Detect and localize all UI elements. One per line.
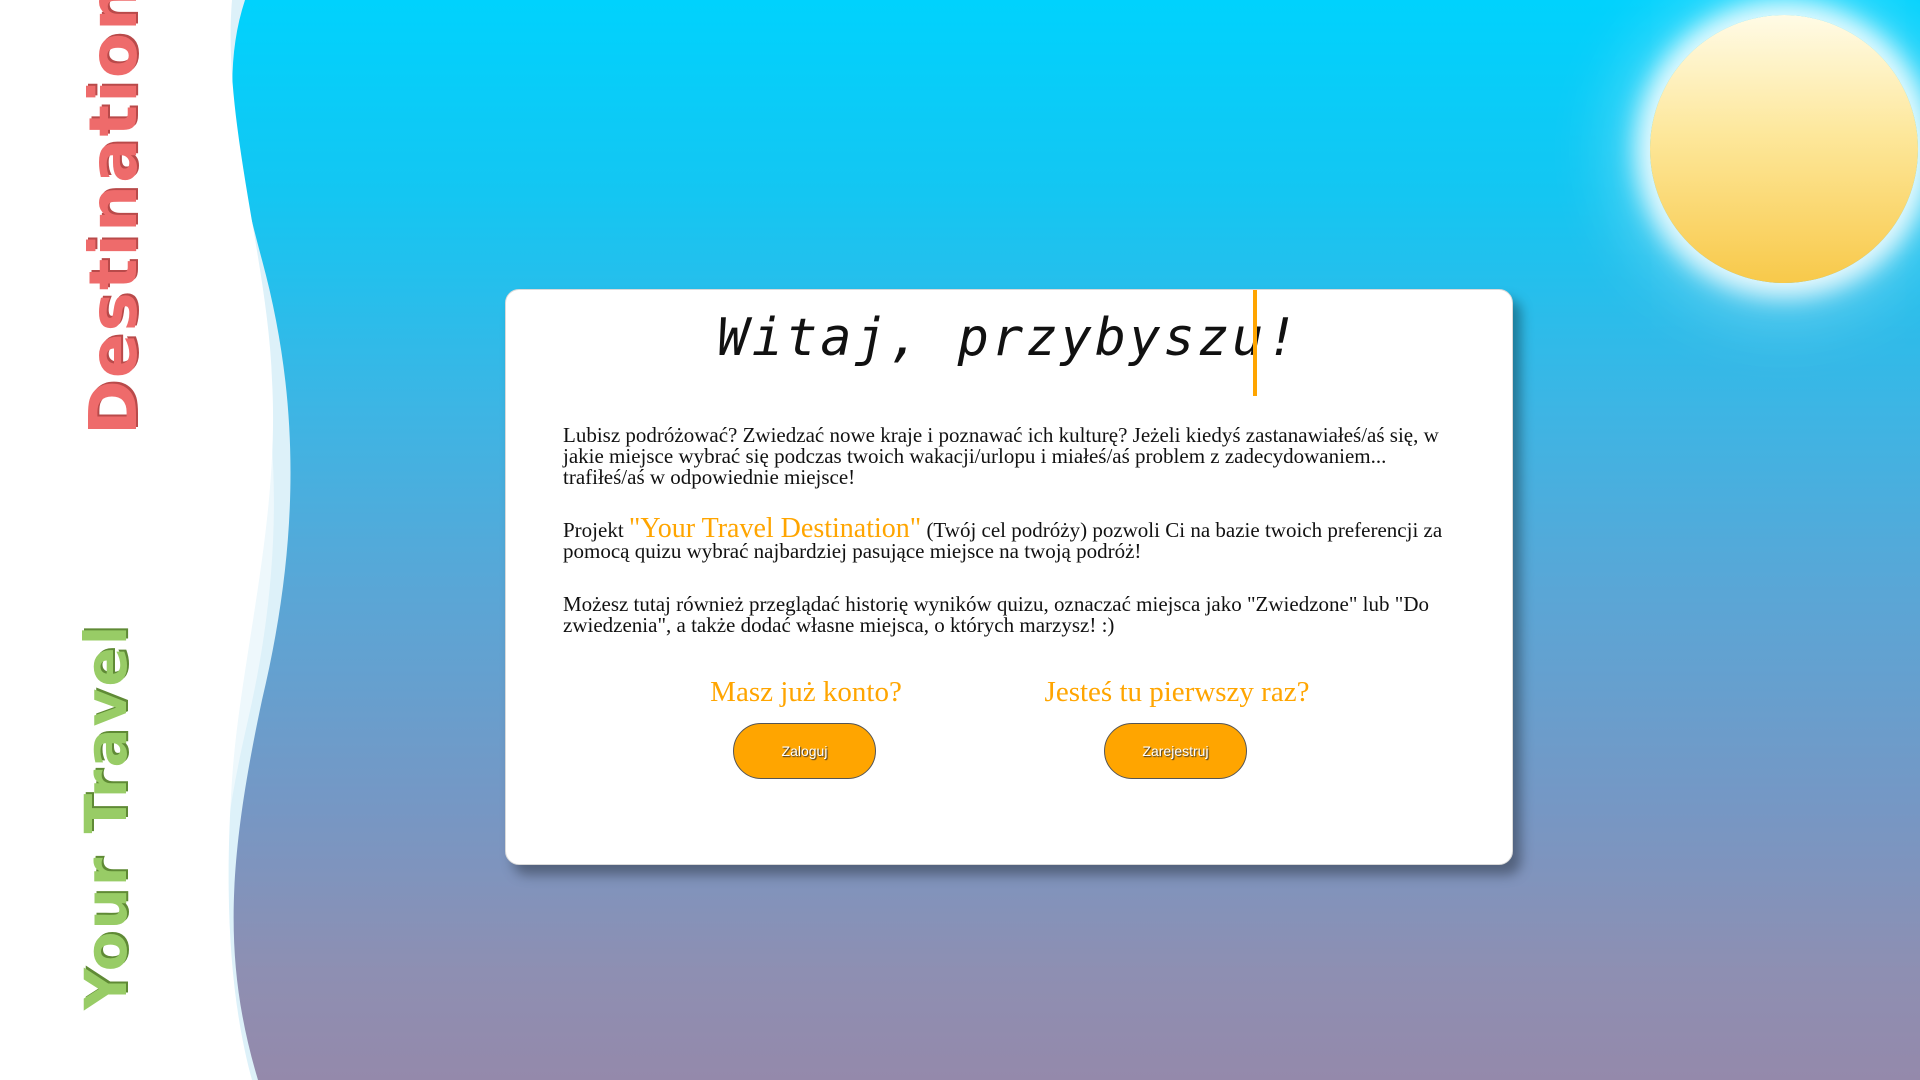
welcome-title-text: Witaj, przybyszu!	[717, 308, 1301, 368]
login-button[interactable]: Zaloguj	[733, 723, 876, 779]
welcome-title: Witaj, przybyszu!	[506, 308, 1512, 368]
features-paragraph: Możesz tutaj również przeglądać historię…	[563, 592, 1429, 637]
register-button[interactable]: Zarejestruj	[1104, 723, 1247, 779]
sidebar-wave-background	[0, 0, 291, 1080]
login-question: Masz już konto?	[710, 676, 902, 708]
register-question: Jesteś tu pierwszy raz?	[1044, 676, 1310, 708]
typing-caret	[1253, 290, 1257, 396]
brand-your-travel-text: Your Travel	[72, 623, 140, 1010]
sun-decoration	[1650, 15, 1918, 283]
intro-paragraph: Lubisz podróżować? Zwiedzać nowe kraje i…	[563, 423, 1439, 489]
welcome-card: Witaj, przybyszu! Lubisz podróżować? Zwi…	[505, 289, 1513, 865]
project-paragraph: Projekt "Your Travel Destination" (Twój …	[563, 515, 1463, 562]
brand-destination-text: Destination	[75, 0, 152, 435]
